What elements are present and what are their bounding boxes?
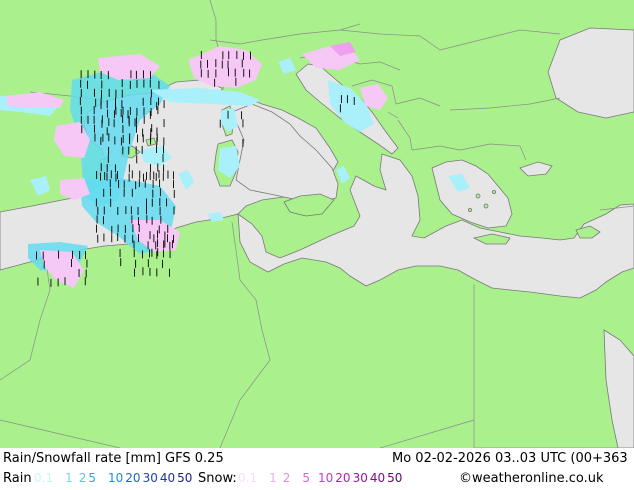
footer-title-row: Rain/Snowfall rate [mm] GFS 0.25 Mo 02-0… (0, 449, 634, 470)
aegean-island-2 (483, 203, 489, 209)
snow-legend-item: 10 (318, 471, 334, 485)
rain-legend-item: 40 (159, 471, 176, 485)
footer-legend-row: Rain 0.1 1 2 5 10 20 30 40 50 Snow: 0.1 1 2 5 10 20 30… (0, 469, 634, 490)
map-title: Rain/Snowfall rate [mm] GFS 0.25 (3, 451, 224, 466)
rain-legend-item: 0.1 (34, 471, 54, 485)
rain-legend-item: 10 (108, 471, 124, 485)
rain-legend-item: 1 (65, 471, 73, 485)
snow-legend-item: 1 (269, 471, 277, 485)
weather-map-view: Rain/Snowfall rate [mm] GFS 0.25 Mo 02-0… (0, 0, 634, 490)
rain-legend-item: 2 (78, 471, 87, 485)
snow-legend-label: Snow: (198, 471, 237, 486)
rain-legend-item: 20 (125, 471, 141, 485)
credit-link[interactable]: ©weatheronline.co.uk (459, 471, 604, 486)
snow-legend-item: 2 (282, 471, 291, 485)
snow-legend-item: 0.1 (238, 471, 258, 485)
valid-datetime: Mo 02-02-2026 03..03 UTC (00+363 (392, 451, 628, 466)
snow-legend-item: 30 (352, 471, 368, 485)
rain-legend-item: 30 (142, 471, 158, 485)
rain-legend: 0.1 1 2 5 10 20 30 40 50 (34, 471, 194, 485)
snow-legend: 0.1 1 2 5 10 20 30 40 50 (238, 471, 404, 485)
snow-legend-item: 50 (387, 471, 403, 485)
aegean-island-1 (475, 193, 481, 199)
rain-legend-item: 50 (177, 471, 193, 485)
precipitation-map (0, 0, 634, 448)
snow-legend-item: 20 (335, 471, 351, 485)
snow-legend-item: 40 (369, 471, 386, 485)
snow-legend-item: 5 (302, 471, 311, 485)
rain-legend-item: 5 (88, 471, 97, 485)
rain-legend-label: Rain (3, 471, 32, 486)
aegean-island-3 (467, 207, 472, 212)
aegean-island-4 (491, 189, 496, 194)
